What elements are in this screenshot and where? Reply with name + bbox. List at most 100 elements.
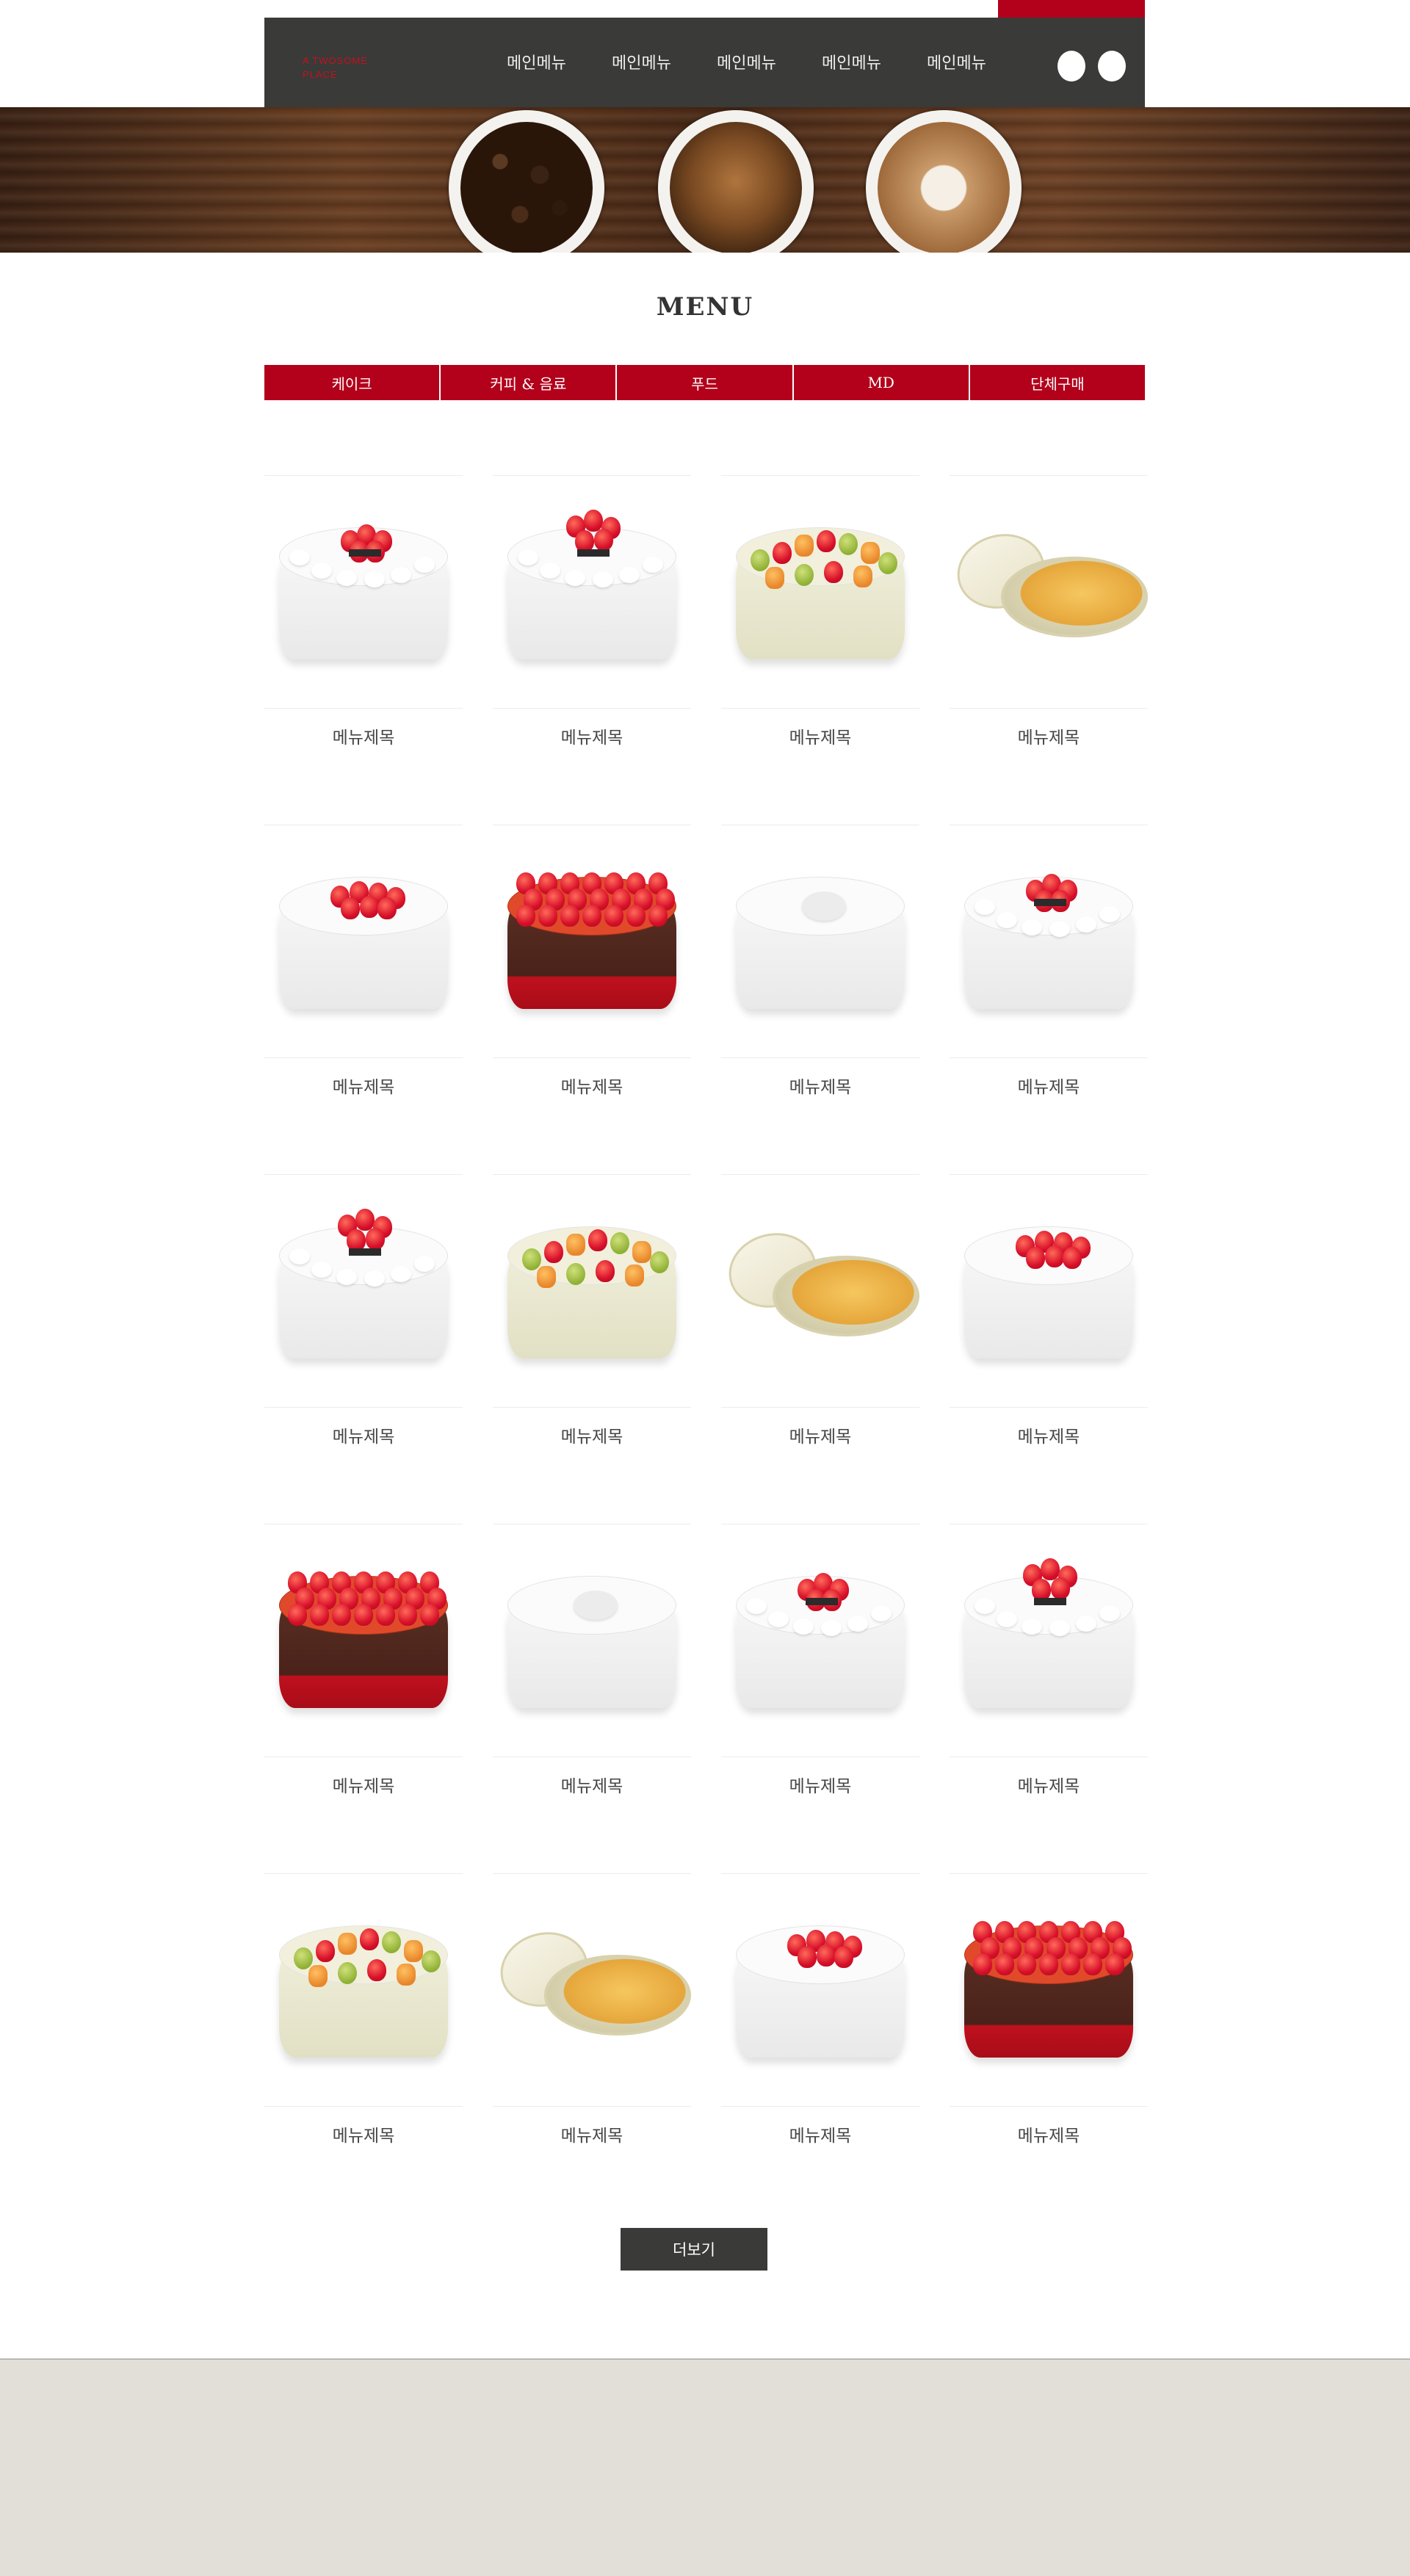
product-image[interactable] xyxy=(264,1524,463,1757)
site-logo[interactable]: A TWOSOME PLACE xyxy=(303,53,405,80)
product-title[interactable]: 메뉴제목 xyxy=(721,1422,919,1447)
product-image[interactable] xyxy=(721,1873,919,2107)
product-title[interactable]: 메뉴제목 xyxy=(264,1073,463,1098)
main-nav: 메인메뉴 메인메뉴 메인메뉴 메인메뉴 메인메뉴 xyxy=(507,50,1032,73)
product-title[interactable]: 메뉴제목 xyxy=(950,1772,1148,1797)
product-title[interactable]: 메뉴제목 xyxy=(264,1422,463,1447)
cheesecake-image xyxy=(721,1223,919,1358)
product-title[interactable]: 메뉴제목 xyxy=(721,1772,919,1797)
product-title[interactable]: 메뉴제목 xyxy=(264,723,463,748)
cake-image xyxy=(279,1918,448,2072)
product-card[interactable]: 메뉴제목 xyxy=(721,1872,919,2146)
nav-item-3[interactable]: 메인메뉴 xyxy=(717,50,822,73)
product-card[interactable]: 메뉴제목 xyxy=(950,474,1148,748)
product-card[interactable]: 메뉴제목 xyxy=(950,823,1148,1097)
product-card[interactable]: 메뉴제목 xyxy=(264,1173,463,1447)
product-title[interactable]: 메뉴제목 xyxy=(721,1073,919,1098)
cake-image xyxy=(507,510,676,674)
product-card[interactable]: 메뉴제목 xyxy=(493,1173,691,1447)
site-footer xyxy=(0,2359,1410,2576)
cheesecake-image xyxy=(493,1922,691,2058)
product-title[interactable]: 메뉴제목 xyxy=(721,2121,919,2146)
tab-cake[interactable]: 케이크 xyxy=(264,365,440,400)
product-card[interactable]: 메뉴제목 xyxy=(493,823,691,1097)
product-image[interactable] xyxy=(493,825,691,1058)
product-card[interactable]: 메뉴제목 xyxy=(264,1872,463,2146)
product-title[interactable]: 메뉴제목 xyxy=(493,1772,691,1797)
product-image[interactable] xyxy=(950,1174,1148,1408)
cake-image xyxy=(964,869,1133,1024)
header-icon-button-2[interactable] xyxy=(1098,51,1126,82)
coffee-beans-cup-image xyxy=(449,110,604,253)
cake-image xyxy=(736,520,905,674)
product-title[interactable]: 메뉴제목 xyxy=(493,1422,691,1447)
product-title[interactable]: 메뉴제목 xyxy=(950,723,1148,748)
product-image[interactable] xyxy=(264,1873,463,2107)
product-title[interactable]: 메뉴제목 xyxy=(493,723,691,748)
product-image[interactable] xyxy=(950,825,1148,1058)
product-image[interactable] xyxy=(721,475,919,709)
product-image[interactable] xyxy=(493,475,691,709)
more-button[interactable]: 더보기 xyxy=(621,2228,767,2271)
header-accent-bar xyxy=(998,0,1145,18)
header-icon-button-1[interactable] xyxy=(1058,51,1085,82)
product-title[interactable]: 메뉴제목 xyxy=(950,1073,1148,1098)
tab-md[interactable]: MD xyxy=(793,365,969,400)
product-card[interactable]: 메뉴제목 xyxy=(721,1173,919,1447)
cake-image xyxy=(279,520,448,674)
product-card[interactable]: 메뉴제목 xyxy=(493,1522,691,1796)
product-image[interactable] xyxy=(950,1524,1148,1757)
cake-image xyxy=(279,869,448,1024)
tab-group-order[interactable]: 단체구매 xyxy=(969,365,1146,400)
espresso-cup-image xyxy=(658,110,814,253)
product-card[interactable]: 메뉴제목 xyxy=(264,1522,463,1796)
cake-image xyxy=(507,1569,676,1723)
cheesecake-image xyxy=(950,524,1148,659)
cake-image xyxy=(507,869,676,1024)
nav-item-2[interactable]: 메인메뉴 xyxy=(612,50,717,73)
product-image[interactable] xyxy=(950,475,1148,709)
product-card[interactable]: 메뉴제목 xyxy=(264,823,463,1097)
page-title: MENU xyxy=(656,292,754,322)
cake-image xyxy=(736,869,905,1024)
cake-image xyxy=(736,1918,905,2072)
product-image[interactable] xyxy=(264,825,463,1058)
product-card[interactable]: 메뉴제목 xyxy=(950,1522,1148,1796)
product-card[interactable]: 메뉴제목 xyxy=(721,823,919,1097)
product-title[interactable]: 메뉴제목 xyxy=(493,1073,691,1098)
product-card[interactable]: 메뉴제목 xyxy=(950,1173,1148,1447)
product-title[interactable]: 메뉴제목 xyxy=(264,2121,463,2146)
cake-image xyxy=(507,1219,676,1373)
product-card[interactable]: 메뉴제목 xyxy=(950,1872,1148,2146)
product-card[interactable]: 메뉴제목 xyxy=(721,1522,919,1796)
tab-food[interactable]: 푸드 xyxy=(617,365,792,400)
product-image[interactable] xyxy=(721,825,919,1058)
product-title[interactable]: 메뉴제목 xyxy=(264,1772,463,1797)
product-title[interactable]: 메뉴제목 xyxy=(950,2121,1148,2146)
product-title[interactable]: 메뉴제목 xyxy=(950,1422,1148,1447)
nav-item-5[interactable]: 메인메뉴 xyxy=(927,50,1032,73)
cake-image xyxy=(279,1569,448,1723)
product-image[interactable] xyxy=(493,1873,691,2107)
tab-coffee-drinks[interactable]: 커피 & 음료 xyxy=(441,365,616,400)
coffee-banner xyxy=(0,107,1410,253)
nav-item-4[interactable]: 메인메뉴 xyxy=(822,50,927,73)
product-image[interactable] xyxy=(493,1524,691,1757)
product-card[interactable]: 메뉴제목 xyxy=(264,474,463,748)
product-image[interactable] xyxy=(950,1873,1148,2107)
product-title[interactable]: 메뉴제목 xyxy=(493,2121,691,2146)
product-image[interactable] xyxy=(721,1524,919,1757)
product-title[interactable]: 메뉴제목 xyxy=(721,723,919,748)
product-image[interactable] xyxy=(721,1174,919,1408)
site-header: A TWOSOME PLACE 메인메뉴 메인메뉴 메인메뉴 메인메뉴 메인메뉴 xyxy=(264,18,1145,107)
product-card[interactable]: 메뉴제목 xyxy=(493,474,691,748)
product-image[interactable] xyxy=(264,1174,463,1408)
product-card[interactable]: 메뉴제목 xyxy=(721,474,919,748)
product-image[interactable] xyxy=(493,1174,691,1408)
cake-image xyxy=(736,1569,905,1723)
logo-text: A TWOSOME PLACE xyxy=(303,55,368,80)
cake-image xyxy=(964,1558,1133,1723)
nav-item-1[interactable]: 메인메뉴 xyxy=(507,50,612,73)
product-card[interactable]: 메뉴제목 xyxy=(493,1872,691,2146)
product-image[interactable] xyxy=(264,475,463,709)
